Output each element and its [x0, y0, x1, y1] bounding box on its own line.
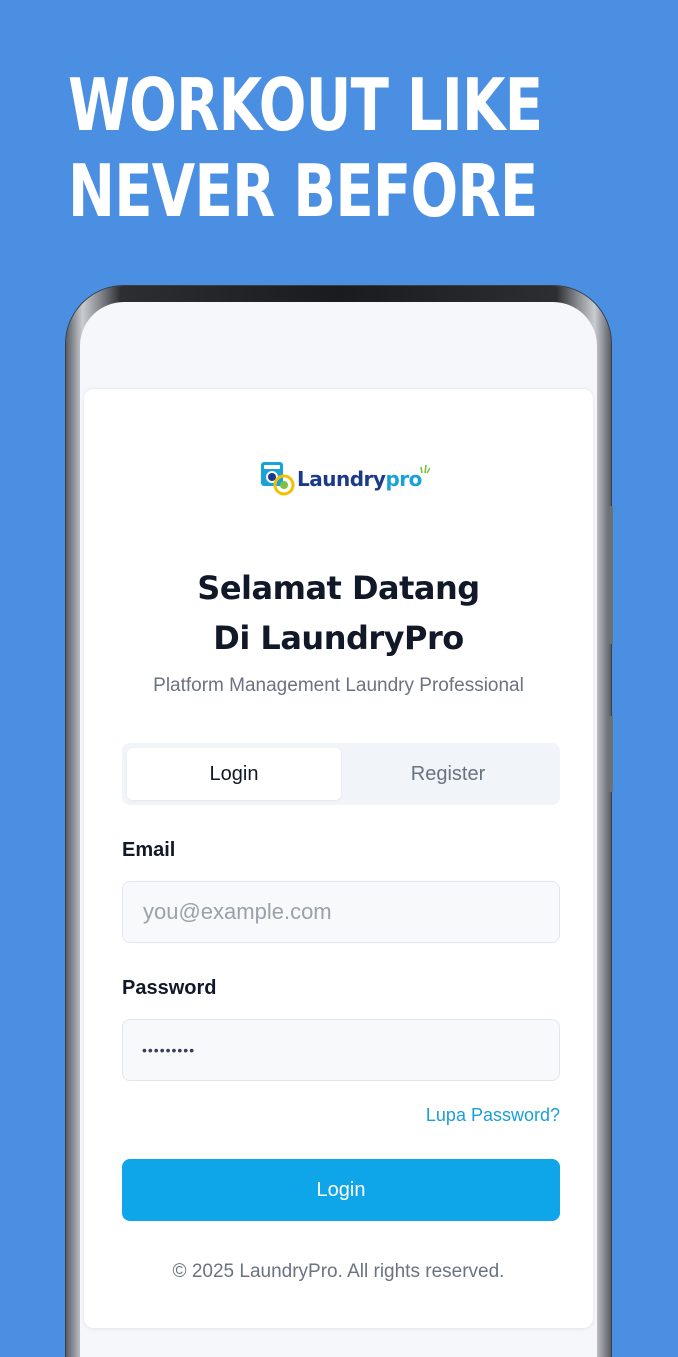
login-card: Laundrypro Selamat Datang Di LaundryPro …: [84, 388, 593, 1328]
password-field[interactable]: [122, 1019, 560, 1081]
phone-screen: Laundrypro Selamat Datang Di LaundryPro …: [80, 302, 597, 1357]
sparkle-icon: [420, 464, 430, 474]
phone-volume-button: [608, 506, 613, 644]
promo-line-2: NEVER BEFORE: [68, 149, 538, 233]
email-field[interactable]: [122, 881, 560, 943]
promo-line-1: WORKOUT LIKE: [68, 63, 543, 147]
logo-wordmark: Laundrypro: [297, 467, 422, 491]
password-label: Password: [122, 977, 217, 999]
login-button[interactable]: Login: [122, 1159, 560, 1221]
washing-machine-icon: [261, 462, 295, 496]
welcome-title: Selamat Datang Di LaundryPro: [197, 569, 480, 657]
laundrypro-logo: Laundrypro: [260, 461, 432, 497]
promo-headline: WORKOUT LIKE NEVER BEFORE: [68, 62, 543, 234]
tab-login[interactable]: Login: [127, 748, 341, 800]
email-label: Email: [122, 839, 176, 861]
welcome-subtitle: Platform Management Laundry Professional: [153, 675, 524, 696]
phone-power-button: [608, 716, 613, 792]
forgot-password-link[interactable]: Lupa Password?: [426, 1105, 560, 1126]
logo-main-text: Laundry: [297, 467, 386, 491]
logo-accent-text: pro: [385, 467, 422, 491]
copyright-footer: © 2025 LaundryPro. All rights reserved.: [172, 1261, 505, 1282]
auth-tabs: Login Register: [122, 743, 560, 805]
tab-register[interactable]: Register: [341, 748, 555, 800]
